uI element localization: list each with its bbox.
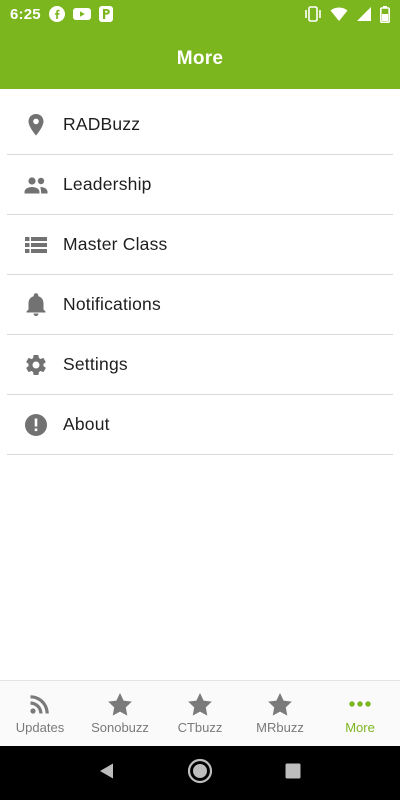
- back-button[interactable]: [85, 751, 129, 795]
- status-time: 6:25: [10, 5, 41, 23]
- star-icon: [267, 692, 293, 716]
- menu-item-notifications[interactable]: Notifications: [7, 275, 393, 335]
- tab-label: Updates: [15, 720, 65, 735]
- gear-icon: [7, 353, 63, 377]
- bell-icon: [7, 292, 63, 317]
- menu-item-settings[interactable]: Settings: [7, 335, 393, 395]
- tab-sonobuzz[interactable]: Sonobuzz: [80, 681, 160, 746]
- menu-item-master-class[interactable]: Master Class: [7, 215, 393, 275]
- system-nav-bar: [0, 746, 400, 800]
- menu-item-label: Settings: [63, 354, 128, 374]
- back-icon: [98, 762, 116, 785]
- location-pin-icon: [7, 113, 63, 137]
- bottom-nav: Updates Sonobuzz CTbuzz MRbuzz More: [0, 680, 400, 746]
- more-dots-icon: [347, 692, 373, 716]
- home-icon: [187, 758, 213, 789]
- wifi-icon: [330, 6, 348, 22]
- pandora-icon: [98, 6, 113, 22]
- menu-item-radbuzz[interactable]: RADBuzz: [7, 95, 393, 155]
- status-left: 6:25: [10, 6, 113, 23]
- list-icon: [7, 235, 63, 255]
- menu-list: RADBuzz Leadership Master Class Notifica…: [7, 95, 393, 455]
- rss-icon: [28, 692, 52, 716]
- menu-item-about[interactable]: About: [7, 395, 393, 455]
- page-title: More: [176, 47, 224, 69]
- facebook-icon: [48, 6, 65, 22]
- tab-label: Sonobuzz: [91, 720, 149, 735]
- signal-icon: [356, 6, 372, 22]
- tab-label: More: [345, 720, 375, 735]
- tab-label: CTbuzz: [177, 720, 223, 735]
- tab-ctbuzz[interactable]: CTbuzz: [160, 681, 240, 746]
- home-button[interactable]: [178, 751, 222, 795]
- menu-item-label: About: [63, 414, 110, 434]
- vibrate-icon: [304, 6, 322, 22]
- tab-mrbuzz[interactable]: MRbuzz: [240, 681, 320, 746]
- menu-item-label: Leadership: [63, 174, 152, 194]
- menu-item-label: Notifications: [63, 294, 161, 314]
- youtube-icon: [72, 7, 91, 21]
- battery-icon: [380, 5, 390, 23]
- tab-label: MRbuzz: [256, 720, 304, 735]
- status-bar: 6:25: [0, 0, 400, 28]
- menu-item-leadership[interactable]: Leadership: [7, 155, 393, 215]
- recents-button[interactable]: [271, 751, 315, 795]
- tab-updates[interactable]: Updates: [0, 681, 80, 746]
- info-icon: [7, 413, 63, 437]
- star-icon: [187, 692, 213, 716]
- app-bar: More: [0, 28, 400, 89]
- star-icon: [107, 692, 133, 716]
- recents-icon: [284, 762, 302, 785]
- people-icon: [7, 175, 63, 195]
- menu-item-label: Master Class: [63, 234, 168, 254]
- status-right: [304, 5, 390, 23]
- menu-item-label: RADBuzz: [63, 114, 141, 134]
- tab-more[interactable]: More: [320, 681, 400, 746]
